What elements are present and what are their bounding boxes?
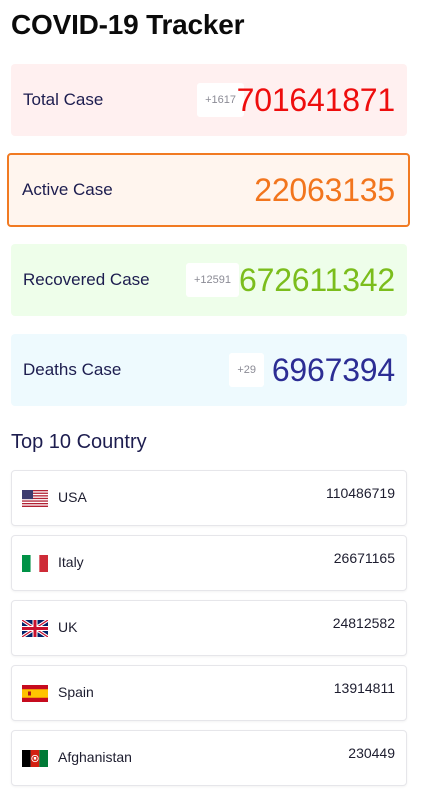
total-case-value: 701641871 [236, 81, 396, 118]
country-count: 26671165 [333, 550, 395, 566]
country-count: 13914811 [333, 680, 395, 696]
country-row-italy[interactable]: Italy 26671165 [11, 535, 407, 591]
total-case-label: Total Case [23, 90, 104, 109]
page-title: COVID-19 Tracker [11, 9, 245, 40]
recovered-case-value: 672611342 [239, 261, 395, 298]
recovered-case-label: Recovered Case [23, 270, 150, 289]
country-list: USA 110486719 Italy 26671165 UK 24812582… [11, 470, 407, 795]
active-case-card: Active Case 22063135 [7, 153, 410, 227]
afghanistan-flag-icon [22, 750, 48, 767]
country-row-uk[interactable]: UK 24812582 [11, 600, 407, 656]
country-name: Afghanistan [58, 749, 132, 765]
uk-flag-icon [22, 620, 48, 637]
country-name: UK [58, 619, 78, 635]
country-row-afghanistan[interactable]: Afghanistan 230449 [11, 730, 407, 786]
country-count: 110486719 [325, 485, 395, 501]
deaths-case-card: Deaths Case +29 6967394 [11, 334, 407, 406]
country-row-spain[interactable]: Spain 13914811 [11, 665, 407, 721]
recovered-case-card: Recovered Case +12591 672611342 [11, 244, 407, 316]
deaths-case-value: 6967394 [271, 351, 395, 388]
deaths-case-label: Deaths Case [23, 360, 122, 379]
country-name: Italy [58, 554, 84, 570]
deaths-case-delta: +29 [229, 353, 264, 387]
italy-flag-icon [22, 555, 48, 572]
country-row-usa[interactable]: USA 110486719 [11, 470, 407, 526]
total-case-card: Total Case +1617 701641871 [11, 64, 407, 136]
top-countries-title: Top 10 Country [11, 431, 147, 453]
country-name: USA [58, 489, 87, 505]
spain-flag-icon [22, 685, 48, 702]
country-count: 230449 [348, 745, 395, 761]
us-flag-icon [22, 490, 48, 507]
recovered-case-delta: +12591 [185, 263, 239, 297]
active-case-value: 22063135 [254, 171, 395, 208]
country-name: Spain [58, 684, 94, 700]
active-case-label: Active Case [22, 180, 113, 199]
country-count: 24812582 [332, 615, 395, 631]
